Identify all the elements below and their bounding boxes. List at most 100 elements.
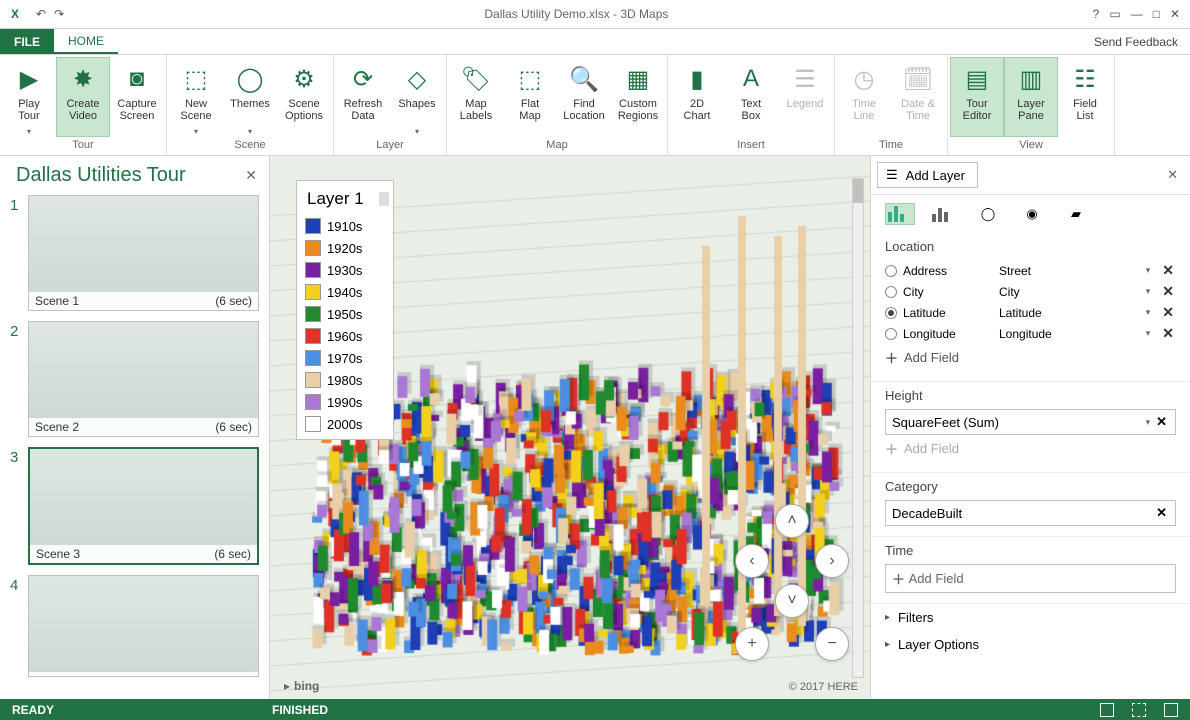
location-radio[interactable] bbox=[885, 286, 897, 298]
location-remove-icon[interactable]: ✕ bbox=[1160, 262, 1176, 279]
tab-home[interactable]: HOME bbox=[54, 29, 118, 54]
location-mapping-select[interactable]: Latitude▾ bbox=[999, 306, 1154, 320]
map-viewport[interactable]: Layer 1 1910s1920s1930s1940s1950s1960s19… bbox=[270, 156, 870, 699]
height-add-field-button[interactable]: ＋Add Field bbox=[885, 435, 1176, 462]
maximize-icon[interactable]: □ bbox=[1153, 7, 1160, 21]
viz-stacked-column-button[interactable] bbox=[885, 203, 915, 225]
legend-item: 1970s bbox=[305, 347, 389, 369]
ribbon-group-view: View bbox=[950, 137, 1112, 155]
location-radio[interactable] bbox=[885, 307, 897, 319]
map-zoom-out-button[interactable]: − bbox=[815, 627, 849, 661]
scene-duration: (6 sec) bbox=[215, 420, 252, 434]
category-field[interactable]: DecadeBuilt✕ bbox=[885, 500, 1176, 526]
map-scrollbar[interactable] bbox=[852, 178, 864, 678]
scene-name: Scene 3 bbox=[36, 547, 80, 561]
map-tilt-down-button[interactable]: ˅ bbox=[775, 584, 809, 618]
location-row: Longitude Longitude▾ ✕ bbox=[885, 323, 1176, 344]
viz-region-button[interactable]: ▰ bbox=[1061, 203, 1091, 225]
location-remove-icon[interactable]: ✕ bbox=[1160, 283, 1176, 300]
flat-map-button[interactable]: ⬚Flat Map bbox=[503, 57, 557, 137]
add-layer-button[interactable]: ☰ Add Layer bbox=[877, 162, 978, 188]
scene-number: 4 bbox=[10, 575, 28, 677]
status-view-icon-2[interactable] bbox=[1132, 703, 1146, 717]
legend-item: 1990s bbox=[305, 391, 389, 413]
location-row: City City▾ ✕ bbox=[885, 281, 1176, 302]
map-labels-button[interactable]: 🏷Map Labels bbox=[449, 57, 503, 137]
layer-pane-close-icon[interactable]: ✕ bbox=[1161, 167, 1184, 183]
viz-clustered-column-button[interactable] bbox=[929, 203, 959, 225]
location-field-label: City bbox=[903, 285, 993, 299]
find-location-button[interactable]: 🔍Find Location bbox=[557, 57, 611, 137]
field-list-button[interactable]: ☷Field List bbox=[1058, 57, 1112, 137]
map-rotate-left-button[interactable]: ‹ bbox=[735, 544, 769, 578]
scene-card[interactable] bbox=[28, 575, 259, 677]
undo-icon[interactable]: ↶ bbox=[36, 7, 46, 21]
location-field-label: Latitude bbox=[903, 306, 993, 320]
redo-icon[interactable]: ↷ bbox=[54, 7, 64, 21]
location-mapping-select[interactable]: City▾ bbox=[999, 285, 1154, 299]
scene-card[interactable]: Scene 2(6 sec) bbox=[28, 321, 259, 437]
location-radio[interactable] bbox=[885, 328, 897, 340]
viz-bubble-button[interactable]: ◯ bbox=[973, 203, 1003, 225]
location-remove-icon[interactable]: ✕ bbox=[1160, 304, 1176, 321]
location-field-label: Longitude bbox=[903, 327, 993, 341]
scene-item[interactable]: 2Scene 2(6 sec) bbox=[10, 321, 259, 437]
location-add-field-button[interactable]: ＋Add Field bbox=[885, 344, 1176, 371]
location-mapping-select[interactable]: Street▾ bbox=[999, 264, 1154, 278]
location-radio[interactable] bbox=[885, 265, 897, 277]
here-attribution: © 2017 HERE bbox=[789, 681, 858, 693]
viz-heatmap-button[interactable]: ◉ bbox=[1017, 203, 1047, 225]
legend-swatch bbox=[305, 284, 321, 300]
status-view-icon-3[interactable] bbox=[1164, 703, 1178, 717]
map-tilt-up-button[interactable]: ˄ bbox=[775, 504, 809, 538]
send-feedback-link[interactable]: Send Feedback bbox=[1082, 29, 1190, 54]
scene-item[interactable]: 4 bbox=[10, 575, 259, 677]
text-box-button[interactable]: AText Box bbox=[724, 57, 778, 137]
location-mapping-select[interactable]: Longitude▾ bbox=[999, 327, 1154, 341]
legend-close-icon[interactable] bbox=[379, 192, 389, 206]
tab-file[interactable]: FILE bbox=[0, 29, 54, 54]
scene-card[interactable]: Scene 3(6 sec) bbox=[28, 447, 259, 565]
tour-panel-close-icon[interactable]: ✕ bbox=[245, 167, 257, 184]
layer-options-expander[interactable]: ▸Layer Options bbox=[871, 631, 1190, 658]
scene-duration: (6 sec) bbox=[215, 294, 252, 308]
tour-title: Dallas Utilities Tour bbox=[16, 164, 245, 187]
scene-item[interactable]: 1Scene 1(6 sec) bbox=[10, 195, 259, 311]
location-field-label: Address bbox=[903, 264, 993, 278]
scene-number: 3 bbox=[10, 447, 28, 565]
height-remove-icon[interactable]: ✕ bbox=[1154, 414, 1169, 430]
filters-expander[interactable]: ▸Filters bbox=[871, 604, 1190, 631]
minimize-icon[interactable]: — bbox=[1131, 7, 1143, 21]
height-field[interactable]: SquareFeet (Sum)▾✕ bbox=[885, 409, 1176, 435]
scene-item[interactable]: 3Scene 3(6 sec) bbox=[10, 447, 259, 565]
tabstrip: FILE HOME Send Feedback bbox=[0, 29, 1190, 55]
location-remove-icon[interactable]: ✕ bbox=[1160, 325, 1176, 342]
play-tour-button[interactable]: ▶Play Tour▾ bbox=[2, 57, 56, 137]
layer-pane-button[interactable]: ▥Layer Pane bbox=[1004, 57, 1058, 137]
custom-regions-button[interactable]: ▦Custom Regions bbox=[611, 57, 665, 137]
legend-button[interactable]: ☰Legend bbox=[778, 57, 832, 137]
shapes-button[interactable]: ◇Shapes▾ bbox=[390, 57, 444, 137]
legend-item: 1940s bbox=[305, 281, 389, 303]
capture-screen-button[interactable]: ◙Capture Screen bbox=[110, 57, 164, 137]
scene-card[interactable]: Scene 1(6 sec) bbox=[28, 195, 259, 311]
map-legend[interactable]: Layer 1 1910s1920s1930s1940s1950s1960s19… bbox=[296, 180, 394, 440]
tour-editor-button[interactable]: ▤Tour Editor bbox=[950, 57, 1004, 137]
help-icon[interactable]: ? bbox=[1093, 7, 1100, 21]
location-heading: Location bbox=[885, 239, 1176, 254]
new-scene-button[interactable]: ⬚New Scene▾ bbox=[169, 57, 223, 137]
time-add-field-button[interactable]: ＋ Add Field bbox=[885, 564, 1176, 593]
legend-swatch bbox=[305, 350, 321, 366]
themes-button[interactable]: ◯Themes▾ bbox=[223, 57, 277, 137]
refresh-data-button[interactable]: ⟳Refresh Data bbox=[336, 57, 390, 137]
map-rotate-right-button[interactable]: › bbox=[815, 544, 849, 578]
2d-chart-button[interactable]: ▮2D Chart bbox=[670, 57, 724, 137]
ribbon-options-icon[interactable]: ▭ bbox=[1109, 7, 1120, 21]
scene-options-button[interactable]: ⚙Scene Options bbox=[277, 57, 331, 137]
create-video-button[interactable]: ✸Create Video bbox=[56, 57, 110, 137]
status-view-icon-1[interactable] bbox=[1100, 703, 1114, 717]
scene-number: 2 bbox=[10, 321, 28, 437]
map-zoom-in-button[interactable]: + bbox=[735, 627, 769, 661]
category-remove-icon[interactable]: ✕ bbox=[1154, 505, 1169, 521]
close-icon[interactable]: ✕ bbox=[1170, 7, 1180, 21]
